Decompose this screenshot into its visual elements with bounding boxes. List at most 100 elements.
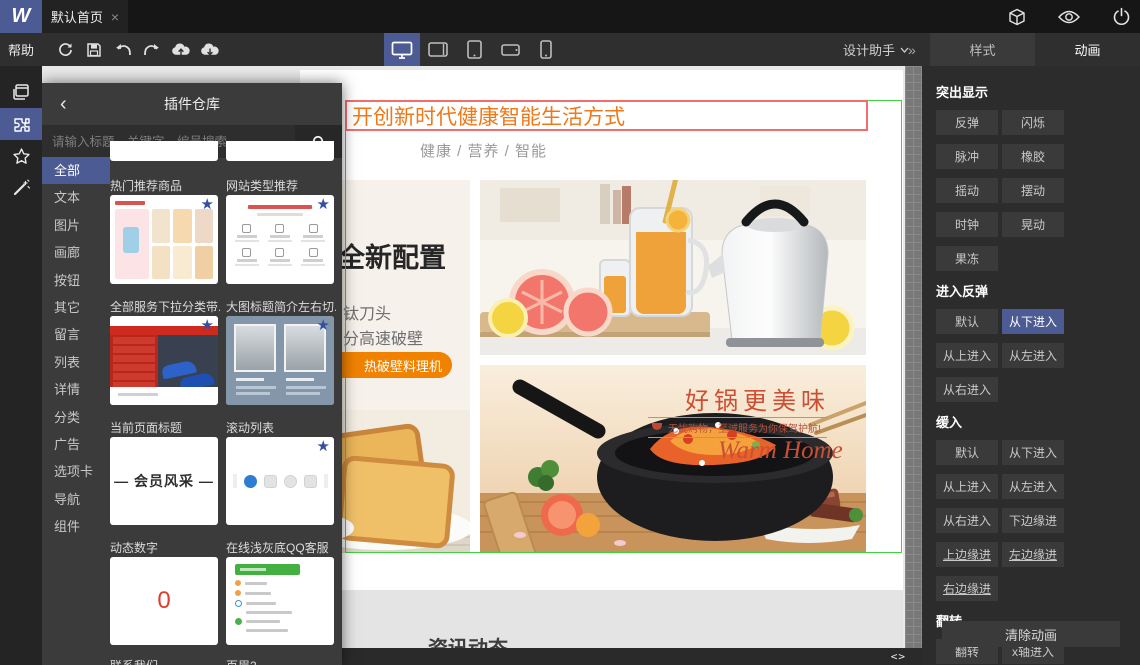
device-tablet-landscape-button[interactable]: [420, 33, 456, 66]
category-item[interactable]: 分类: [42, 404, 110, 431]
plugin-thumb-scroll-list[interactable]: ★: [226, 437, 334, 525]
anim-button[interactable]: 摆动: [1002, 178, 1064, 203]
category-item[interactable]: 留言: [42, 321, 110, 348]
animation-panel: 突出显示 反弹 闪烁 脉冲 橡胶 摇动 摆动 时钟 晃动 果冻 进入反弹 默认 …: [922, 66, 1140, 665]
plugin-thumb-image-slider[interactable]: ★: [226, 316, 334, 405]
anim-button[interactable]: 果冻: [936, 246, 998, 271]
favorite-star-icon[interactable]: ★: [317, 195, 330, 213]
category-item[interactable]: 图片: [42, 212, 110, 239]
anim-button[interactable]: 左边缘进: [1002, 542, 1064, 567]
plugin-thumb-partial[interactable]: [110, 141, 218, 161]
plugin-thumb-dynamic-number[interactable]: 0: [110, 557, 218, 645]
device-desktop-button[interactable]: [384, 33, 420, 66]
member-card-text: — 会员风采 —: [114, 473, 214, 489]
category-item[interactable]: 按钮: [42, 267, 110, 294]
plugin-panel-title: 插件仓库: [164, 96, 220, 112]
cloud-upload-button[interactable]: [171, 40, 191, 60]
anim-button[interactable]: 从下进入: [1002, 440, 1064, 465]
anim-button[interactable]: 从右进入: [936, 508, 998, 533]
news-section-title: 资讯动态: [428, 632, 508, 648]
category-item[interactable]: 文本: [42, 184, 110, 211]
anim-button[interactable]: 默认: [936, 309, 998, 334]
plugin-label: 大图标题简介左右切...: [226, 300, 336, 314]
tablet-landscape-icon: [428, 42, 448, 57]
tab-close-icon[interactable]: ×: [111, 9, 119, 25]
sidebar-item-tools[interactable]: [0, 172, 42, 204]
clear-animation-button[interactable]: 清除动画: [942, 621, 1120, 647]
category-item[interactable]: 组件: [42, 513, 110, 540]
help-menu[interactable]: 帮助: [8, 33, 34, 66]
category-item[interactable]: 广告: [42, 431, 110, 458]
anim-button[interactable]: 下边缘进: [1002, 508, 1064, 533]
category-item[interactable]: 导航: [42, 486, 110, 513]
device-phone-portrait-button[interactable]: [528, 33, 564, 66]
anim-button[interactable]: 脉冲: [936, 144, 998, 169]
plugin-thumb-page-title[interactable]: — 会员风采 —: [110, 437, 218, 525]
anim-button[interactable]: 从左进入: [1002, 474, 1064, 499]
save-button[interactable]: [84, 40, 104, 60]
redo-button[interactable]: [142, 40, 162, 60]
favorite-star-icon[interactable]: ★: [201, 195, 214, 213]
plugin-thumb-site-types[interactable]: ★: [226, 195, 334, 284]
favorite-star-icon[interactable]: ★: [201, 316, 214, 334]
animation-group-enter-bounce: 默认 从下进入 从上进入 从左进入 从右进入: [936, 309, 1126, 402]
code-view-icon[interactable]: <>: [891, 650, 906, 663]
sidebar-item-plugins[interactable]: [0, 108, 42, 140]
anim-button[interactable]: 从右进入: [936, 377, 998, 402]
anim-button[interactable]: 从左进入: [1002, 343, 1064, 368]
category-item[interactable]: 详情: [42, 376, 110, 403]
animation-group-highlight: 反弹 闪烁 脉冲 橡胶 摇动 摆动 时钟 晃动 果冻: [936, 110, 1126, 271]
preview-button[interactable]: [1058, 6, 1080, 28]
category-item[interactable]: 列表: [42, 349, 110, 376]
favorite-star-icon[interactable]: ★: [317, 437, 330, 455]
category-item[interactable]: 全部: [42, 157, 110, 185]
site-title-text: 开创新时代健康智能生活方式: [352, 105, 625, 129]
plugin-label: 网站类型推荐: [226, 179, 299, 193]
anim-button[interactable]: 从上进入: [936, 474, 998, 499]
components-button[interactable]: [1006, 6, 1028, 28]
anim-button-active[interactable]: 从下进入: [1002, 309, 1064, 334]
anim-button[interactable]: 橡胶: [1002, 144, 1064, 169]
anim-button[interactable]: 反弹: [936, 110, 998, 135]
anim-button[interactable]: 晃动: [1002, 212, 1064, 237]
anim-button[interactable]: 右边缘进: [936, 576, 998, 601]
refresh-button[interactable]: [55, 40, 75, 60]
anim-button[interactable]: 闪烁: [1002, 110, 1064, 135]
category-item[interactable]: 选项卡: [42, 458, 110, 485]
plugin-thumb-hot-products[interactable]: ★: [110, 195, 218, 284]
plugin-thumb-partial[interactable]: [226, 141, 334, 161]
favorite-star-icon[interactable]: ★: [317, 316, 330, 334]
category-item[interactable]: 画廊: [42, 239, 110, 266]
collapse-panel-button[interactable]: »: [908, 33, 916, 66]
tab-animation[interactable]: 动画: [1035, 33, 1140, 66]
selected-title-element[interactable]: 开创新时代健康智能生活方式: [345, 100, 868, 131]
cloud-download-button[interactable]: [200, 40, 220, 60]
star-icon: [12, 147, 30, 164]
phone-portrait-icon: [540, 40, 552, 59]
undo-icon: [116, 43, 131, 55]
design-assistant-button[interactable]: 设计助手: [843, 33, 909, 66]
power-button[interactable]: [1110, 6, 1132, 28]
app-logo[interactable]: W: [0, 0, 42, 33]
section-selection-outline: [345, 100, 902, 553]
plugin-label: 联系我们: [110, 657, 220, 665]
undo-button[interactable]: [113, 40, 133, 60]
anim-button[interactable]: 从上进入: [936, 343, 998, 368]
category-item[interactable]: 其它: [42, 294, 110, 321]
plugin-thumb-qq-service[interactable]: [226, 557, 334, 645]
tab-style[interactable]: 样式: [930, 33, 1035, 66]
device-phone-landscape-button[interactable]: [492, 33, 528, 66]
plugin-thumb-dropdown-nav[interactable]: ★: [110, 316, 218, 405]
back-chevron-icon[interactable]: ‹: [60, 93, 67, 116]
anim-button[interactable]: 时钟: [936, 212, 998, 237]
pages-icon: [13, 84, 29, 100]
anim-button[interactable]: 摇动: [936, 178, 998, 203]
cloud-upload-icon: [172, 43, 190, 56]
device-tablet-portrait-button[interactable]: [456, 33, 492, 66]
sidebar-item-pages[interactable]: [0, 76, 42, 108]
news-section: 资讯动态: [300, 590, 903, 648]
page-tab[interactable]: 默认首页 ×: [42, 0, 128, 33]
anim-button[interactable]: 默认: [936, 440, 998, 465]
sidebar-item-favorites[interactable]: [0, 140, 42, 172]
anim-button[interactable]: 上边缘进: [936, 542, 998, 567]
